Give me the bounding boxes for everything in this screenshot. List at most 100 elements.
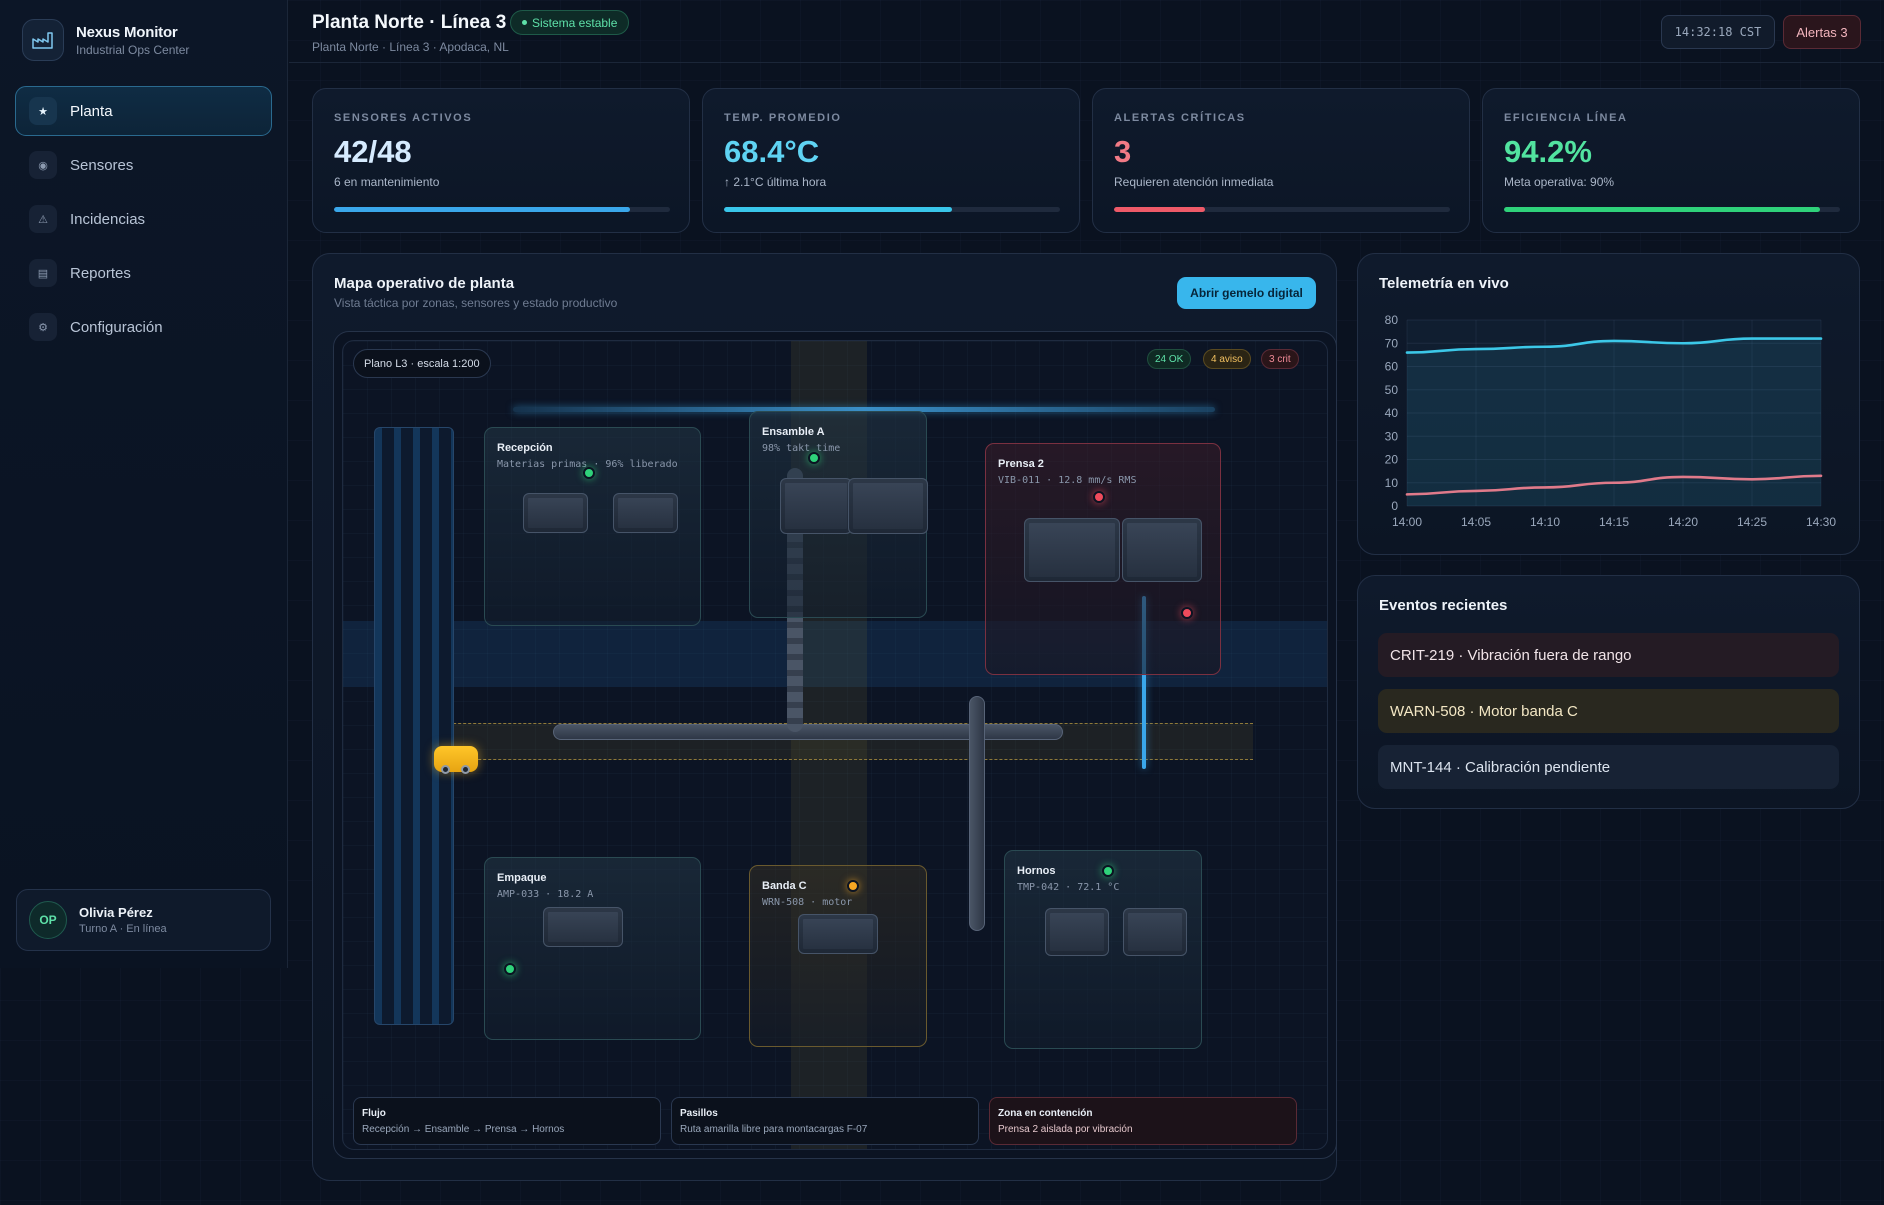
open-digital-twin-button[interactable]: Abrir gemelo digital	[1177, 277, 1316, 309]
zone-name: Hornos	[1017, 865, 1056, 877]
x-tick-label: 14:30	[1806, 515, 1836, 529]
kpi-label: SENSORES ACTIVOS	[334, 112, 473, 124]
user-name: Olivia Pérez	[79, 905, 153, 920]
ok-count-badge: 24 OK	[1147, 349, 1192, 369]
pipe-horizontal	[553, 724, 1063, 740]
event-item-warning[interactable]: WARN-508 · Motor banda C	[1378, 689, 1839, 733]
plant-map[interactable]: Recepción Materias primas · 96% liberado…	[333, 331, 1337, 1159]
brand-name: Nexus Monitor	[76, 23, 178, 41]
y-tick-label: 60	[1385, 360, 1399, 374]
zone-name: Banda C	[762, 880, 807, 892]
y-tick-label: 80	[1385, 313, 1399, 327]
y-tick-label: 70	[1385, 336, 1399, 350]
sidebar-item-label: Configuración	[70, 318, 163, 336]
zone-empaque[interactable]: Empaque AMP-033 · 18.2 A	[484, 857, 701, 1040]
kpi-subtext: Meta operativa: 90%	[1504, 175, 1615, 189]
kpi-progress-fill	[1504, 207, 1820, 212]
wheel	[461, 765, 470, 774]
legend-title: Zona en contención	[998, 1108, 1093, 1119]
zone-prensa-2[interactable]: Prensa 2 VIB-011 · 12.8 mm/s RMS	[985, 443, 1221, 675]
sensor-icon: ◉	[29, 151, 57, 179]
status-badge: Sistema estable	[510, 10, 630, 35]
zone-banda-c[interactable]: Banda C WRN-508 · motor	[749, 865, 927, 1047]
zone-ensamble-a[interactable]: Ensamble A 98% takt time	[749, 411, 928, 618]
telemetry-chart[interactable]: 0 10 20 30 40 50 60 70 80 14:00 14:05 14:10 14:15 14:…	[1358, 254, 1861, 556]
sensor-critical-icon[interactable]	[1093, 491, 1105, 503]
legend-flujo: Flujo Recepción → Ensamble → Prensa → Ho…	[353, 1097, 661, 1145]
avatar: OP	[29, 901, 67, 939]
kpi-label: EFICIENCIA LÍNEA	[1504, 112, 1628, 124]
sidebar-item-reportes[interactable]: ▤ Reportes	[15, 248, 272, 298]
legend-text: Ruta amarilla libre para montacargas F-0…	[680, 1124, 868, 1135]
machine	[1045, 908, 1109, 956]
telemetry-title: Telemetría en vivo	[1379, 275, 1509, 292]
sidebar-item-sensores[interactable]: ◉ Sensores	[15, 140, 272, 190]
plant-map-canvas: Recepción Materias primas · 96% liberado…	[342, 340, 1328, 1150]
kpi-card-eficiencia: EFICIENCIA LÍNEA 94.2% Meta operativa: 9…	[1482, 88, 1860, 233]
kpi-subtext: 6 en mantenimiento	[334, 175, 440, 189]
kpi-card-temperatura: TEMP. PROMEDIO 68.4°C ↑ 2.1°C última hor…	[702, 88, 1080, 233]
x-tick-label: 14:20	[1668, 515, 1698, 529]
gear-icon: ⚙	[29, 313, 57, 341]
x-tick-label: 14:05	[1461, 515, 1491, 529]
kpi-progress-track	[724, 207, 1060, 212]
scale-pill: Plano L3 · escala 1:200	[353, 349, 491, 378]
map-title: Mapa operativo de planta	[334, 275, 515, 292]
kpi-progress-fill	[1114, 207, 1205, 212]
series-area	[1407, 338, 1821, 506]
machine	[1024, 518, 1120, 582]
event-item-info[interactable]: MNT-144 · Calibración pendiente	[1378, 745, 1839, 789]
y-tick-label: 40	[1385, 406, 1399, 420]
zone-meta: WRN-508 · motor	[762, 897, 853, 908]
zone-name: Recepción	[497, 442, 553, 454]
sensor-ok-icon[interactable]	[504, 963, 516, 975]
kpi-card-sensores: SENSORES ACTIVOS 42/48 6 en mantenimient…	[312, 88, 690, 233]
machine	[613, 493, 678, 533]
y-tick-label: 50	[1385, 383, 1399, 397]
kpi-progress-track	[334, 207, 670, 212]
sensor-critical-icon[interactable]	[1181, 607, 1193, 619]
kpi-value: 42/48	[334, 134, 412, 169]
brand-subtitle: Industrial Ops Center	[76, 42, 190, 57]
alerts-button[interactable]: Alertas 3	[1783, 15, 1861, 49]
machine	[523, 493, 588, 533]
zone-meta: AMP-033 · 18.2 A	[497, 889, 594, 900]
x-tick-label: 14:15	[1599, 515, 1629, 529]
sensor-warning-icon[interactable]	[847, 880, 859, 892]
event-item-critical[interactable]: CRIT-219 · Vibración fuera de rango	[1378, 633, 1839, 677]
kpi-progress-fill	[334, 207, 630, 212]
report-icon: ▤	[29, 259, 57, 287]
sidebar-item-configuracion[interactable]: ⚙ Configuración	[15, 302, 272, 352]
zone-recepcion[interactable]: Recepción Materias primas · 96% liberado	[484, 427, 701, 626]
kpi-progress-track	[1504, 207, 1840, 212]
wheel	[441, 765, 450, 774]
zone-name: Empaque	[497, 872, 547, 884]
storage-rack	[374, 427, 454, 1025]
brand: Nexus Monitor Industrial Ops Center	[22, 19, 189, 61]
events-panel: Eventos recientes CRIT-219 · Vibración f…	[1357, 575, 1860, 809]
forklift-icon[interactable]	[434, 746, 478, 774]
sensor-ok-icon[interactable]	[583, 467, 595, 479]
legend-text: Recepción → Ensamble → Prensa → Hornos	[362, 1124, 565, 1135]
sidebar-item-planta[interactable]: ★ Planta	[15, 86, 272, 136]
zone-meta: VIB-011 · 12.8 mm/s RMS	[998, 475, 1137, 486]
clock: 14:32:18 CST	[1661, 15, 1775, 49]
machine	[780, 478, 852, 534]
warning-count-badge: 4 aviso	[1203, 349, 1251, 369]
user-status: Turno A · En línea	[79, 923, 167, 935]
legend-title: Flujo	[362, 1108, 386, 1119]
sensor-ok-icon[interactable]	[808, 452, 820, 464]
machine	[1122, 518, 1202, 582]
status-label: Sistema estable	[532, 15, 618, 30]
sensor-ok-icon[interactable]	[1102, 865, 1114, 877]
sidebar-item-incidencias[interactable]: ⚠ Incidencias	[15, 194, 272, 244]
kpi-subtext: Requieren atención inmediata	[1114, 175, 1274, 189]
zone-hornos[interactable]: Hornos TMP-042 · 72.1 °C	[1004, 850, 1202, 1049]
kpi-card-alertas: ALERTAS CRÍTICAS 3 Requieren atención in…	[1092, 88, 1470, 233]
user-card[interactable]: OP Olivia Pérez Turno A · En línea	[16, 889, 271, 951]
y-tick-label: 20	[1385, 453, 1399, 467]
machine	[848, 478, 928, 534]
zone-meta: 98% takt time	[762, 443, 841, 454]
kpi-label: ALERTAS CRÍTICAS	[1114, 112, 1246, 124]
machine	[798, 914, 878, 954]
